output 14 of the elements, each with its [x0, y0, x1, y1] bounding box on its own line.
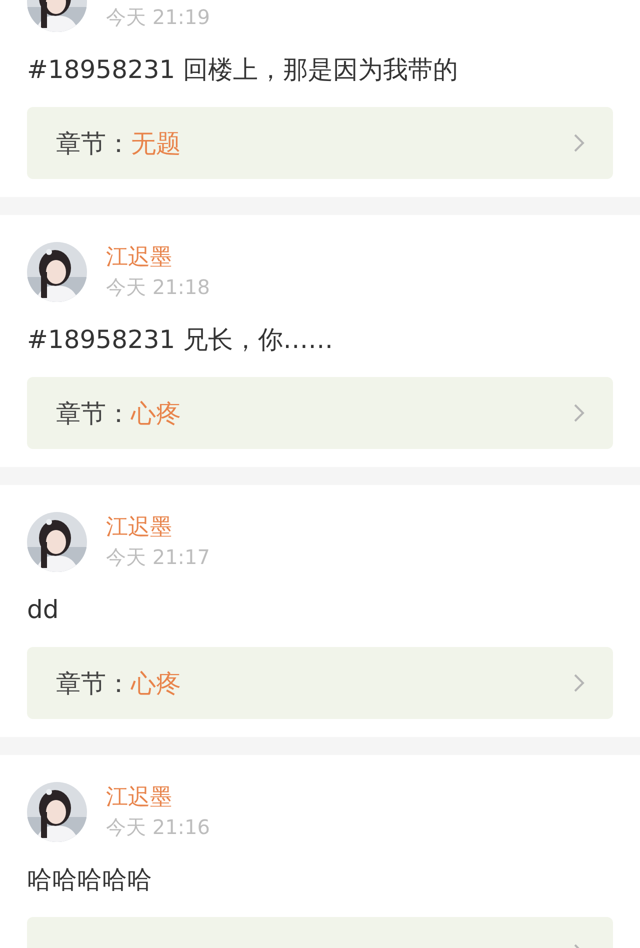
chapter-link[interactable]: 章节：心疼 — [27, 647, 613, 719]
comment-text: 哈哈哈哈哈 — [27, 864, 153, 896]
comment-time: 今天 21:19 — [106, 4, 210, 30]
chevron-right-icon — [573, 673, 585, 693]
comment-time: 今天 21:17 — [106, 544, 210, 570]
comment-time: 今天 21:18 — [106, 274, 210, 300]
comment-text: dd — [27, 594, 60, 626]
chapter-link[interactable]: 章节：无题 — [27, 107, 613, 179]
comment-text: #18958231 兄长，你…… — [27, 324, 334, 356]
chevron-right-icon — [573, 403, 585, 423]
comment-text: #18958231 回楼上，那是因为我带的 — [27, 54, 460, 86]
chapter-link[interactable]: 章节：心疼 — [27, 377, 613, 449]
comment-time: 今天 21:16 — [106, 814, 210, 840]
chevron-right-icon — [573, 133, 585, 153]
